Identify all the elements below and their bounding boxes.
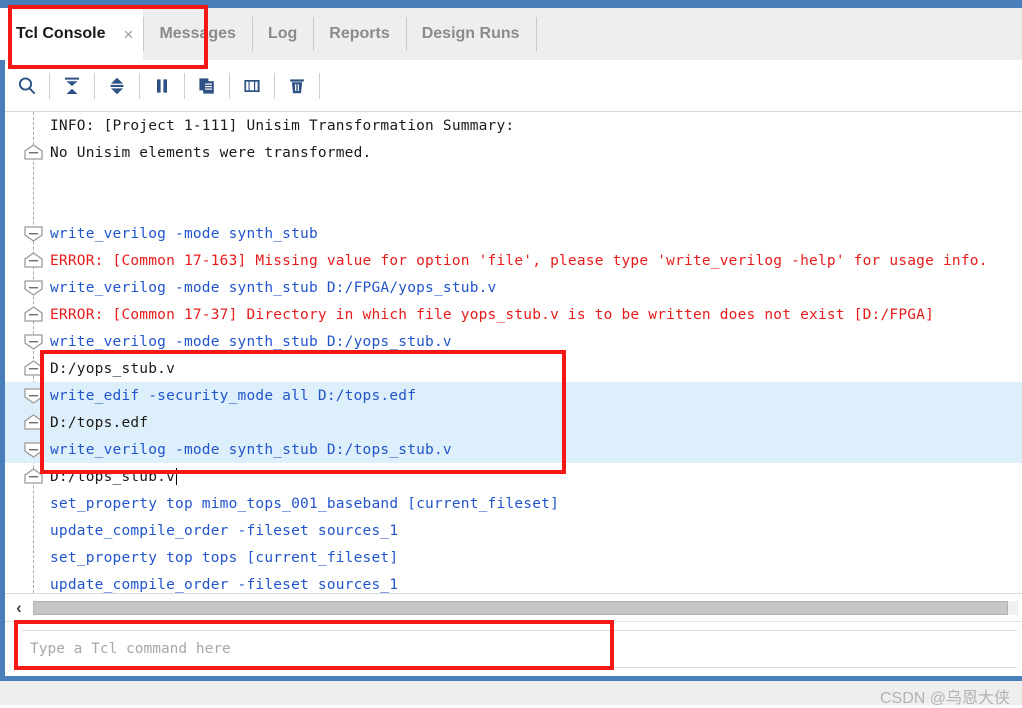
console-line[interactable]: INFO: [Project 1-111] Unisim Transformat… bbox=[5, 112, 1022, 139]
collapse-command-icon[interactable] bbox=[23, 387, 44, 404]
console-line[interactable]: D:/tops.edf bbox=[5, 409, 1022, 436]
console-line-text: INFO: [Project 1-111] Unisim Transformat… bbox=[50, 117, 515, 134]
console-line[interactable] bbox=[5, 166, 1022, 193]
console-line-text: update_compile_order -fileset sources_1 bbox=[50, 522, 399, 539]
tab-reports[interactable]: Reports bbox=[313, 8, 405, 60]
console-line-text: write_verilog -mode synth_stub D:/yops_s… bbox=[50, 333, 452, 350]
command-input-row bbox=[5, 621, 1022, 676]
collapse-command-icon[interactable] bbox=[23, 225, 44, 242]
collapse-result-icon[interactable] bbox=[23, 306, 44, 323]
window-accent-bar bbox=[0, 0, 1022, 8]
console-line-text: write_verilog -mode synth_stub D:/FPGA/y… bbox=[50, 279, 497, 296]
tab-tcl-console[interactable]: Tcl Console × bbox=[0, 8, 144, 60]
scrollbar-thumb[interactable] bbox=[33, 600, 1009, 615]
console-line[interactable]: write_verilog -mode synth_stub bbox=[5, 220, 1022, 247]
collapse-result-icon[interactable] bbox=[23, 252, 44, 269]
footer-bar: CSDN @乌恩大侠 bbox=[0, 681, 1022, 707]
clear-console-icon[interactable] bbox=[275, 66, 319, 106]
console-toolbar bbox=[5, 60, 1022, 112]
tab-label: Log bbox=[267, 25, 298, 42]
copy-icon[interactable] bbox=[185, 66, 229, 106]
console-line-text: D:/tops.edf bbox=[50, 414, 149, 431]
console-line-text: set_property top mimo_tops_001_baseband … bbox=[50, 495, 559, 512]
console-line[interactable]: write_verilog -mode synth_stub D:/FPGA/y… bbox=[5, 274, 1022, 301]
console-output-area[interactable]: INFO: [Project 1-111] Unisim Transformat… bbox=[5, 112, 1022, 593]
tab-label: Design Runs bbox=[421, 25, 520, 42]
console-line-text: update_compile_order -fileset sources_1 bbox=[50, 576, 399, 593]
collapse-result-icon[interactable] bbox=[23, 144, 44, 161]
console-line-text: write_verilog -mode synth_stub D:/tops_s… bbox=[50, 441, 452, 458]
console-line-text: write_edif -security_mode all D:/tops.ed… bbox=[50, 387, 417, 404]
expand-all-icon[interactable] bbox=[95, 66, 139, 106]
search-icon[interactable] bbox=[5, 66, 49, 106]
console-line[interactable]: ERROR: [Common 17-37] Directory in which… bbox=[5, 301, 1022, 328]
tcl-command-input[interactable] bbox=[22, 630, 1017, 668]
collapse-result-icon[interactable] bbox=[23, 468, 44, 485]
console-horizontal-scrollbar[interactable]: ‹ bbox=[5, 593, 1022, 621]
tab-label: Tcl Console bbox=[16, 25, 106, 42]
scrollbar-track[interactable] bbox=[33, 600, 1018, 615]
text-caret bbox=[176, 468, 178, 485]
console-line[interactable]: write_verilog -mode synth_stub D:/tops_s… bbox=[5, 436, 1022, 463]
tab-messages[interactable]: Messages bbox=[143, 8, 252, 60]
watermark-text: CSDN @乌恩大侠 bbox=[879, 690, 1010, 707]
console-line-text: write_verilog -mode synth_stub bbox=[50, 225, 318, 242]
console-line-text: D:/tops_stub.v bbox=[50, 468, 176, 485]
console-line[interactable]: No Unisim elements were transformed. bbox=[5, 139, 1022, 166]
console-line[interactable]: write_verilog -mode synth_stub D:/yops_s… bbox=[5, 328, 1022, 355]
console-line-text: No Unisim elements were transformed. bbox=[50, 144, 372, 161]
tcl-console-panel: Tcl Console × Messages Log Reports Design Run… bbox=[0, 0, 1022, 707]
console-line[interactable]: update_compile_order -fileset sources_1 bbox=[5, 517, 1022, 544]
console-line[interactable]: D:/yops_stub.v bbox=[5, 355, 1022, 382]
console-line-text: D:/yops_stub.v bbox=[50, 360, 176, 377]
collapse-command-icon[interactable] bbox=[23, 441, 44, 458]
console-line[interactable]: update_compile_order -fileset sources_1 bbox=[5, 571, 1022, 593]
tab-bar: Tcl Console × Messages Log Reports Design Run… bbox=[0, 8, 1022, 60]
console-line[interactable]: set_property top tops [current_fileset] bbox=[5, 544, 1022, 571]
toolbar-separator bbox=[319, 72, 320, 99]
console-line-text: ERROR: [Common 17-37] Directory in which… bbox=[50, 306, 935, 323]
collapse-command-icon[interactable] bbox=[23, 333, 44, 350]
console-line[interactable]: write_edif -security_mode all D:/tops.ed… bbox=[5, 382, 1022, 409]
console-line-text: ERROR: [Common 17-163] Missing value for… bbox=[50, 252, 988, 269]
collapse-result-icon[interactable] bbox=[23, 414, 44, 431]
pause-icon[interactable] bbox=[140, 66, 184, 106]
tab-label: Reports bbox=[329, 25, 390, 42]
console-line[interactable] bbox=[5, 193, 1022, 220]
close-icon[interactable]: × bbox=[124, 26, 134, 43]
tab-design-runs[interactable]: Design Runs bbox=[405, 8, 536, 60]
tab-label: Messages bbox=[159, 25, 236, 42]
collapse-result-icon[interactable] bbox=[23, 360, 44, 377]
tab-bar-filler bbox=[535, 8, 1022, 60]
console-line[interactable]: ERROR: [Common 17-163] Missing value for… bbox=[5, 247, 1022, 274]
show-output-panel-icon[interactable] bbox=[230, 66, 274, 106]
console-line[interactable]: set_property top mimo_tops_001_baseband … bbox=[5, 490, 1022, 517]
console-line[interactable]: D:/tops_stub.v bbox=[5, 463, 1022, 490]
tab-log[interactable]: Log bbox=[251, 8, 313, 60]
collapse-all-icon[interactable] bbox=[50, 66, 94, 106]
collapse-command-icon[interactable] bbox=[23, 279, 44, 296]
scroll-left-arrow-icon[interactable]: ‹ bbox=[5, 595, 33, 621]
console-line-text: set_property top tops [current_fileset] bbox=[50, 549, 399, 566]
